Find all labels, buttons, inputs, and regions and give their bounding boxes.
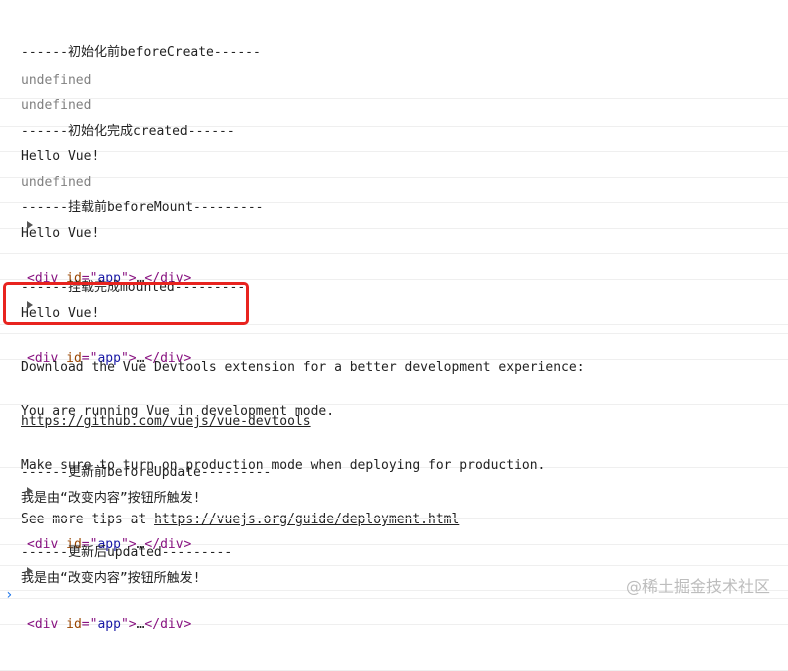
ellipsis: … [136,617,145,632]
attr-eq: =" [81,617,98,632]
log-text: You are running Vue in development mode. [21,404,335,419]
tag-open: <div [27,617,67,632]
expand-triangle-icon[interactable] [27,567,33,575]
attr-name: id [66,617,82,632]
watermark: @稀土掘金技术社区 [625,577,770,596]
attr-value: app [97,617,121,632]
expand-triangle-icon[interactable] [27,221,33,229]
expand-triangle-icon[interactable] [27,301,33,309]
expand-triangle-icon[interactable] [27,487,33,495]
console-prompt-icon[interactable]: › [5,587,13,603]
attr-close: "> [120,617,137,632]
tag-close: </div> [144,617,192,632]
